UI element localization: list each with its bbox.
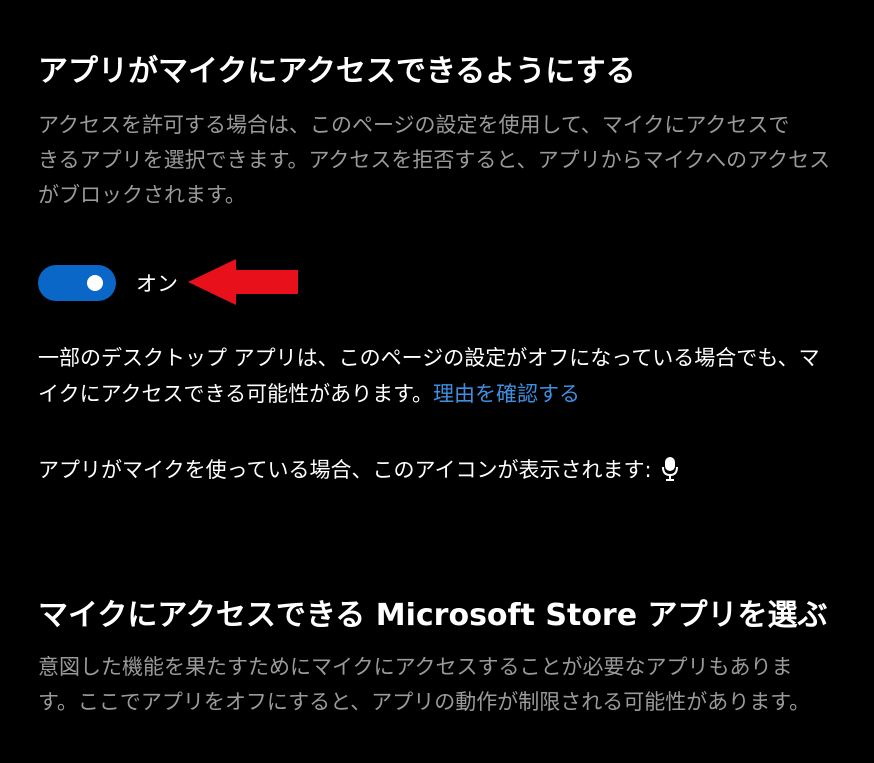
desktop-note-line-1: 一部のデスクトップ アプリは、このページの設定がオフになっている場合でも、マ xyxy=(38,346,820,370)
section-heading: アプリがマイクにアクセスできるようにする xyxy=(38,54,636,89)
section-description: アクセスを許可する場合は、このページの設定を使用して、マイクにアクセスで きるア… xyxy=(38,108,838,213)
description-line-1: アクセスを許可する場合は、このページの設定を使用して、マイクにアクセスで xyxy=(38,113,790,137)
icon-note-row: アプリがマイクを使っている場合、このアイコンが表示されます: xyxy=(38,452,838,493)
toggle-row: オン xyxy=(38,264,178,302)
description-line-2: きるアプリを選択できます。アクセスを拒否すると、アプリからマイクへのアクセス xyxy=(38,148,831,172)
icon-note: アプリがマイクを使っている場合、このアイコンが表示されます: xyxy=(38,452,838,493)
desktop-note-line-2-text: イクにアクセスできる可能性があります。 xyxy=(38,382,434,406)
description-line-2: す。ここでアプリをオフにすると、アプリの動作が制限される可能性があります。 xyxy=(38,690,811,714)
section-description: 意図した機能を果たすためにマイクにアクセスすることが必要なアプリもありま す。こ… xyxy=(38,650,838,720)
section-heading: マイクにアクセスできる Microsoft Store アプリを選ぶ xyxy=(38,598,828,633)
description-line-3: がブロックされます。 xyxy=(38,183,246,207)
microphone-icon xyxy=(661,456,678,493)
microphone-access-toggle[interactable] xyxy=(38,265,116,301)
toggle-knob xyxy=(87,275,103,291)
description-line-1: 意図した機能を果たすためにマイクにアクセスすることが必要なアプリもありま xyxy=(38,655,793,679)
desktop-apps-note: 一部のデスクトップ アプリは、このページの設定がオフになっている場合でも、マ イ… xyxy=(38,340,838,412)
microphone-access-section: アプリがマイクにアクセスできるようにする アクセスを許可する場合は、このページの… xyxy=(38,52,838,213)
desktop-note-line-2: イクにアクセスできる可能性があります。理由を確認する xyxy=(38,376,838,412)
red-arrow-annotation xyxy=(188,259,298,305)
learn-why-link[interactable]: 理由を確認する xyxy=(433,382,580,406)
store-apps-section: マイクにアクセスできる Microsoft Store アプリを選ぶ 意図した機… xyxy=(38,596,838,720)
toggle-state-label: オン xyxy=(136,272,178,296)
icon-note-text: アプリがマイクを使っている場合、このアイコンが表示されます: xyxy=(38,458,652,482)
